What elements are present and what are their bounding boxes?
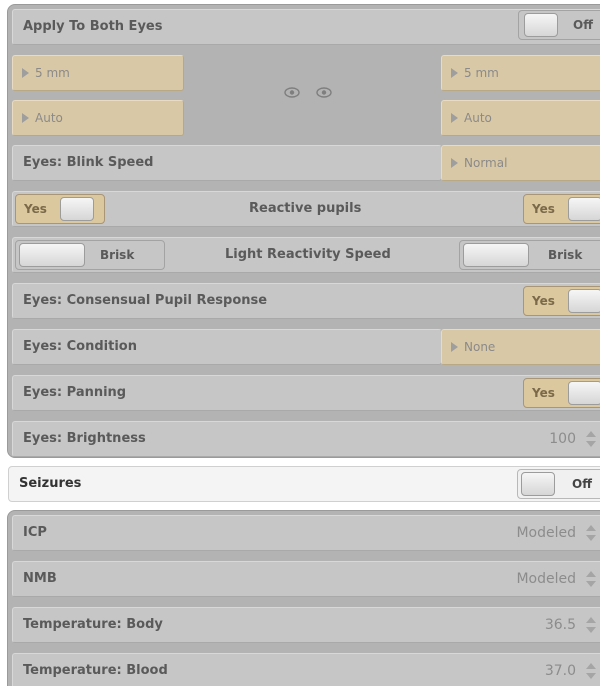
blink-speed-value: Normal	[464, 156, 508, 170]
spinner-arrows-icon[interactable]	[586, 571, 596, 587]
eye-panning-row: Eyes: Panning Yes	[12, 375, 600, 411]
toggle-knob	[60, 197, 94, 221]
toggle-knob	[521, 472, 555, 496]
light-reactivity-speed-label: Light Reactivity Speed	[225, 247, 391, 262]
icp-value[interactable]: Modeled	[516, 516, 576, 550]
consensual-response-label: Eyes: Consensual Pupil Response	[23, 293, 268, 308]
left-pupil-size-value: 5 mm	[35, 66, 70, 80]
nmb-label: NMB	[23, 571, 57, 586]
consensual-response-row: Eyes: Consensual Pupil Response Yes	[12, 283, 600, 319]
apply-both-eyes-toggle[interactable]: Off	[518, 10, 600, 40]
eye-brightness-row: Eyes: Brightness 100	[12, 421, 600, 457]
left-pupil-mode-dropdown[interactable]: Auto	[12, 100, 184, 136]
spinner-arrows-icon[interactable]	[586, 663, 596, 679]
right-pupil-size-value: 5 mm	[464, 66, 499, 80]
temperature-blood-value[interactable]: 37.0	[545, 654, 576, 686]
left-pupil-mode-value: Auto	[35, 111, 63, 125]
eye-panning-toggle[interactable]: Yes	[523, 378, 600, 408]
light-reactivity-speed-row: Brisk Light Reactivity Speed Brisk	[12, 237, 600, 273]
temperature-body-label: Temperature: Body	[23, 617, 163, 632]
blink-speed-label: Eyes: Blink Speed	[23, 155, 154, 170]
temperature-blood-row: Temperature: Blood 37.0	[12, 653, 600, 686]
apply-both-eyes-row: Apply To Both Eyes Off	[12, 9, 600, 45]
toggle-state-label: Brisk	[548, 248, 583, 262]
eye-brightness-label: Eyes: Brightness	[23, 431, 146, 446]
triangle-right-icon	[451, 158, 458, 168]
reactive-pupils-row: Yes Reactive pupils Yes	[12, 191, 600, 227]
icp-label: ICP	[23, 525, 47, 540]
toggle-state-label: Off	[573, 18, 593, 32]
triangle-right-icon	[22, 68, 29, 78]
eye-condition-dropdown[interactable]: None	[441, 329, 600, 365]
eyes-panel: Apply To Both Eyes Off 5 mm 5 mm Auto Au…	[7, 4, 600, 458]
physiology-panel: ICP Modeled NMB Modeled Temperature: Bod…	[7, 510, 600, 686]
toggle-knob	[463, 243, 529, 267]
triangle-right-icon	[451, 113, 458, 123]
toggle-state-label: Yes	[532, 386, 555, 400]
eye-brightness-value[interactable]: 100	[549, 422, 576, 456]
left-reactivity-speed-toggle[interactable]: Brisk	[15, 240, 165, 270]
seizures-label: Seizures	[19, 476, 82, 491]
right-reactivity-speed-toggle[interactable]: Brisk	[459, 240, 600, 270]
eye-condition-row: Eyes: Condition	[12, 329, 442, 365]
toggle-knob	[524, 13, 558, 37]
temperature-body-row: Temperature: Body 36.5	[12, 607, 600, 643]
toggle-knob	[19, 243, 85, 267]
temperature-blood-label: Temperature: Blood	[23, 663, 168, 678]
seizures-row: Seizures Off	[8, 466, 600, 502]
blink-speed-dropdown[interactable]: Normal	[441, 145, 600, 181]
temperature-body-value[interactable]: 36.5	[545, 608, 576, 642]
icp-row: ICP Modeled	[12, 515, 600, 551]
right-pupil-mode-value: Auto	[464, 111, 492, 125]
spinner-arrows-icon[interactable]	[586, 525, 596, 541]
toggle-state-label: Yes	[532, 294, 555, 308]
eye-icon	[316, 87, 332, 98]
spinner-arrows-icon[interactable]	[586, 617, 596, 633]
nmb-row: NMB Modeled	[12, 561, 600, 597]
triangle-right-icon	[22, 113, 29, 123]
consensual-response-toggle[interactable]: Yes	[523, 286, 600, 316]
nmb-value[interactable]: Modeled	[516, 562, 576, 596]
eye-panning-label: Eyes: Panning	[23, 385, 127, 400]
blink-speed-row: Eyes: Blink Speed	[12, 145, 442, 181]
left-reactive-toggle[interactable]: Yes	[15, 194, 105, 224]
left-pupil-size-dropdown[interactable]: 5 mm	[12, 55, 184, 91]
triangle-right-icon	[451, 68, 458, 78]
toggle-state-label: Brisk	[100, 248, 135, 262]
right-pupil-size-dropdown[interactable]: 5 mm	[441, 55, 600, 91]
triangle-right-icon	[451, 342, 458, 352]
eye-icons	[284, 87, 348, 101]
toggle-knob	[568, 197, 600, 221]
toggle-knob	[568, 381, 600, 405]
eye-icon	[284, 87, 300, 98]
toggle-state-label: Off	[572, 477, 592, 491]
toggle-knob	[568, 289, 600, 313]
eye-condition-label: Eyes: Condition	[23, 339, 137, 354]
toggle-state-label: Yes	[532, 202, 555, 216]
spinner-arrows-icon[interactable]	[586, 431, 596, 447]
toggle-state-label: Yes	[24, 202, 47, 216]
right-reactive-toggle[interactable]: Yes	[523, 194, 600, 224]
reactive-pupils-label: Reactive pupils	[249, 201, 362, 216]
eye-condition-value: None	[464, 340, 496, 354]
seizures-toggle[interactable]: Off	[517, 469, 600, 499]
apply-both-eyes-label: Apply To Both Eyes	[23, 19, 163, 34]
right-pupil-mode-dropdown[interactable]: Auto	[441, 100, 600, 136]
